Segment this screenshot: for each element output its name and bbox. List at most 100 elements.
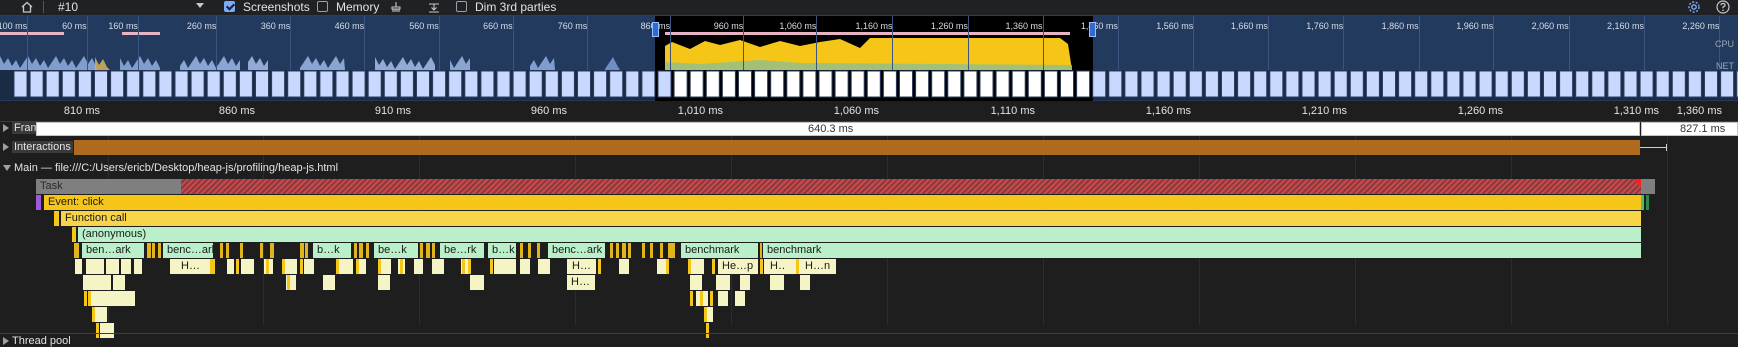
child-call-mark[interactable] [712, 259, 715, 274]
screenshots-label[interactable]: Screenshots [243, 0, 310, 14]
heap-call-bar[interactable] [800, 275, 810, 290]
child-call-mark[interactable] [378, 259, 381, 274]
heap-call-bar[interactable] [718, 291, 728, 306]
expand-arrow-icon[interactable] [3, 124, 9, 133]
heap-call-bar[interactable] [285, 259, 297, 274]
child-call-mark[interactable] [710, 291, 713, 306]
memory-checkbox[interactable] [317, 1, 328, 12]
child-call-mark[interactable] [240, 243, 243, 258]
style-recalc-mark[interactable] [36, 195, 41, 210]
child-call-mark[interactable] [622, 243, 626, 258]
help-icon[interactable] [1716, 0, 1730, 14]
child-call-mark[interactable] [690, 291, 693, 306]
main-track-header[interactable]: Main — file:///C:/Users/ericb/Desktop/he… [0, 162, 338, 176]
child-call-mark[interactable] [152, 243, 155, 258]
benchmark-call-bar[interactable]: ben…ark [82, 243, 144, 258]
heap-call-bar[interactable] [735, 291, 745, 306]
child-call-mark[interactable] [236, 259, 239, 274]
selection-left-handle[interactable] [652, 22, 659, 37]
child-call-mark[interactable] [147, 243, 151, 258]
child-call-mark[interactable] [426, 243, 430, 258]
heap-call-bar[interactable] [227, 259, 234, 274]
paint-mark[interactable] [1641, 195, 1644, 210]
child-call-mark[interactable] [300, 243, 304, 258]
child-call-mark[interactable] [336, 259, 339, 274]
child-call-mark[interactable] [672, 243, 675, 258]
benchmark-call-bar[interactable]: benc…ark [548, 243, 605, 258]
broom-icon[interactable] [390, 1, 402, 13]
child-call-mark[interactable] [537, 243, 540, 258]
heap-call-bar[interactable] [121, 259, 131, 274]
benchmark-call-bar[interactable]: benchmark [681, 243, 758, 258]
heap-call-bar[interactable] [113, 275, 125, 290]
child-call-mark[interactable] [359, 243, 363, 258]
child-call-mark[interactable] [356, 259, 359, 274]
gc-mark[interactable] [72, 227, 76, 242]
child-call-mark[interactable] [270, 243, 274, 258]
memory-label[interactable]: Memory [336, 0, 379, 14]
child-call-mark[interactable] [92, 307, 95, 322]
task-bar-tail[interactable] [1641, 179, 1655, 194]
child-call-mark[interactable] [760, 259, 763, 274]
child-call-mark[interactable] [528, 243, 531, 258]
heap-call-bar[interactable] [86, 259, 104, 274]
heap-call-bar[interactable] [520, 259, 530, 274]
recording-select[interactable]: #10 [48, 0, 204, 14]
benchmark-call-bar[interactable]: benc…ark [163, 243, 213, 258]
child-call-mark[interactable] [88, 291, 91, 306]
heap-call-bar[interactable] [690, 259, 704, 274]
child-call-mark[interactable] [688, 259, 691, 274]
child-call-mark[interactable] [300, 259, 303, 274]
long-task-overlay[interactable] [181, 179, 1641, 194]
benchmark-call-bar[interactable]: b…k [488, 243, 516, 258]
child-call-mark[interactable] [490, 259, 493, 274]
benchmark-call-bar[interactable]: benchmark [763, 243, 1641, 258]
collapse-arrow-icon[interactable] [3, 165, 11, 172]
anonymous-call-bar[interactable]: (anonymous) [78, 227, 1641, 242]
child-call-mark[interactable] [628, 243, 631, 258]
child-call-mark[interactable] [400, 259, 403, 274]
child-call-mark[interactable] [226, 243, 229, 258]
child-call-mark[interactable] [706, 323, 709, 338]
heap-call-bar[interactable] [414, 259, 423, 274]
child-call-mark[interactable] [642, 243, 645, 258]
event-click-bar[interactable]: Event: click [44, 195, 1641, 210]
child-call-mark[interactable] [704, 307, 707, 322]
heap-call-bar[interactable] [106, 259, 119, 274]
child-call-mark[interactable] [520, 243, 523, 258]
heap-call-bar[interactable] [338, 259, 353, 274]
heap-call-bar[interactable] [358, 259, 366, 274]
heap-call-bar[interactable]: H…n [801, 259, 836, 274]
dim-3rd-parties-label[interactable]: Dim 3rd parties [475, 0, 556, 14]
heap-call-bar[interactable] [95, 307, 107, 322]
capture-icon[interactable] [428, 1, 440, 13]
heap-call-bar[interactable] [378, 275, 390, 290]
heap-call-bar[interactable] [538, 259, 550, 274]
dim-3rd-parties-checkbox[interactable] [456, 1, 467, 12]
frame-640[interactable]: 640.3 ms [36, 122, 1640, 136]
heap-call-bar[interactable] [470, 275, 484, 290]
function-call-mark[interactable] [54, 211, 59, 226]
frame-827[interactable]: 827.1 ms [1641, 122, 1738, 136]
heap-call-bar[interactable] [740, 275, 750, 290]
heap-call-bar[interactable] [75, 259, 82, 274]
child-call-mark[interactable] [266, 259, 269, 274]
screenshots-checkbox[interactable] [224, 1, 235, 12]
child-call-mark[interactable] [468, 259, 471, 274]
child-call-mark[interactable] [420, 243, 423, 258]
heap-call-bar[interactable] [770, 275, 784, 290]
child-call-mark[interactable] [760, 243, 762, 258]
heap-call-bar[interactable]: H… [568, 259, 596, 274]
home-icon[interactable] [21, 1, 33, 13]
benchmark-call-bar[interactable]: be…rk [440, 243, 484, 258]
child-call-mark[interactable] [666, 259, 669, 274]
child-call-mark[interactable] [610, 243, 613, 258]
benchmark-call-bar[interactable]: b…k [313, 243, 351, 258]
child-call-mark[interactable] [287, 275, 290, 290]
heap-call-bar[interactable] [100, 323, 114, 338]
child-call-mark[interactable] [260, 243, 263, 258]
child-call-mark[interactable] [305, 243, 308, 258]
heap-call-bar[interactable] [241, 259, 254, 274]
heap-call-bar[interactable] [690, 275, 702, 290]
child-call-mark[interactable] [212, 259, 215, 274]
